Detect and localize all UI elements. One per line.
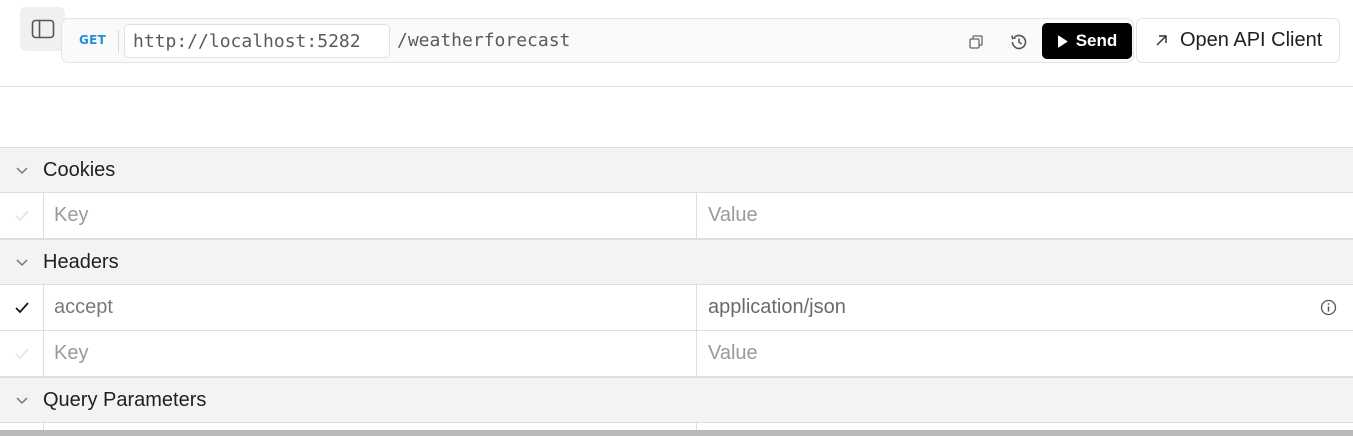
- sidebar-toggle-button[interactable]: [20, 7, 65, 51]
- open-api-client-label: Open API Client: [1180, 29, 1323, 51]
- request-history-button[interactable]: [1006, 29, 1032, 55]
- cookie-row: Key Value: [0, 193, 1353, 239]
- request-url-bar: GET http://localhost:5282 /weatherforeca…: [61, 18, 1134, 63]
- open-api-client-button[interactable]: Open API Client: [1136, 18, 1340, 63]
- check-icon: [14, 348, 29, 360]
- method-separator: [118, 30, 119, 53]
- history-icon: [1011, 34, 1027, 50]
- copy-url-button[interactable]: [963, 29, 989, 55]
- section-title: Headers: [43, 250, 119, 273]
- sidebar-toggle-icon: [31, 19, 54, 39]
- section-cookies-header[interactable]: Cookies: [0, 147, 1353, 193]
- arrow-up-right-icon: [1156, 35, 1167, 46]
- row-enable-checkbox[interactable]: [0, 193, 44, 238]
- send-button[interactable]: Send: [1042, 23, 1132, 59]
- copy-icon: [969, 35, 983, 49]
- info-icon[interactable]: [1320, 299, 1337, 316]
- key-input[interactable]: Key: [44, 331, 697, 376]
- value-input[interactable]: Value: [697, 193, 1353, 238]
- row-enable-checkbox[interactable]: [0, 331, 44, 376]
- send-button-label: Send: [1075, 31, 1118, 50]
- header-row: Key Value: [0, 331, 1353, 377]
- check-icon: [14, 302, 29, 314]
- chevron-down-icon: [15, 258, 28, 266]
- request-path-input[interactable]: /weatherforecast: [397, 30, 570, 51]
- key-input[interactable]: accept: [44, 285, 697, 330]
- header-row: accept application/json: [0, 285, 1353, 331]
- header-divider: [0, 86, 1353, 87]
- scroll-edge: [0, 430, 1353, 436]
- section-title: Cookies: [43, 158, 116, 181]
- play-icon: [1057, 35, 1068, 47]
- row-enable-checkbox[interactable]: [0, 285, 44, 330]
- request-params: Cookies Key Value Headers accept applica…: [0, 147, 1353, 435]
- section-title: Query Parameters: [43, 388, 207, 411]
- section-query-header[interactable]: Query Parameters: [0, 377, 1353, 423]
- http-method-badge[interactable]: GET: [79, 33, 106, 47]
- value-input[interactable]: application/json: [697, 285, 1353, 330]
- base-url-field[interactable]: http://localhost:5282: [124, 24, 390, 58]
- key-input[interactable]: Key: [44, 193, 697, 238]
- check-icon: [14, 210, 29, 222]
- value-text: application/json: [708, 296, 846, 318]
- chevron-down-icon: [15, 396, 28, 404]
- section-headers-header[interactable]: Headers: [0, 239, 1353, 285]
- api-request-panel: GET http://localhost:5282 /weatherforeca…: [0, 0, 1353, 436]
- value-input[interactable]: Value: [697, 331, 1353, 376]
- chevron-down-icon: [15, 166, 28, 174]
